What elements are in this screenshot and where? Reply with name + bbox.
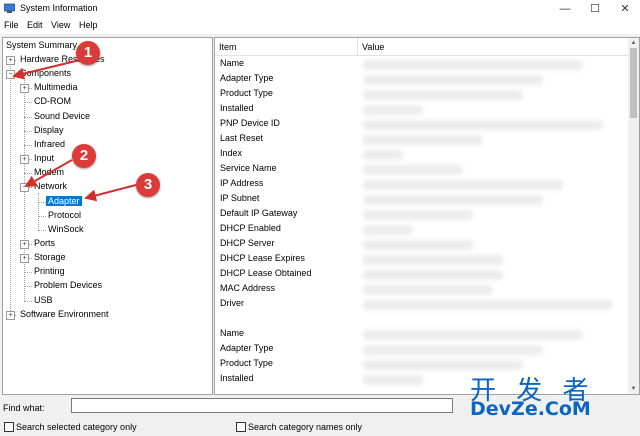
- value-redacted: [363, 255, 503, 265]
- search-selected-label: Search selected category only: [16, 422, 137, 432]
- detail-item[interactable]: Name: [220, 56, 244, 71]
- collapse-components[interactable]: −: [6, 70, 15, 79]
- value-redacted: [363, 360, 523, 370]
- tree-cd-rom[interactable]: CD-ROM: [34, 95, 71, 108]
- value-redacted: [363, 330, 583, 340]
- detail-item[interactable]: Product Type: [220, 86, 273, 101]
- tree-display[interactable]: Display: [34, 124, 64, 137]
- detail-item[interactable]: Installed: [220, 371, 254, 386]
- value-redacted: [363, 300, 613, 310]
- tree-ports[interactable]: Ports: [34, 237, 55, 250]
- expand-storage[interactable]: +: [20, 254, 29, 263]
- value-redacted: [363, 150, 403, 160]
- detail-item[interactable]: DHCP Enabled: [220, 221, 281, 236]
- detail-item[interactable]: Driver: [220, 296, 244, 311]
- value-redacted: [363, 210, 473, 220]
- menu-bar: File Edit View Help: [0, 18, 640, 34]
- scroll-down-arrow-icon[interactable]: ▼: [628, 384, 639, 394]
- tree-problem-devices[interactable]: Problem Devices: [34, 279, 102, 292]
- column-item-header[interactable]: Item: [215, 38, 357, 56]
- detail-item[interactable]: Installed: [220, 101, 254, 116]
- detail-item[interactable]: DHCP Lease Obtained: [220, 266, 311, 281]
- detail-item[interactable]: MAC Address: [220, 281, 275, 296]
- column-value-header[interactable]: Value: [358, 38, 628, 56]
- expand-software-environment[interactable]: +: [6, 311, 15, 320]
- menu-help[interactable]: Help: [79, 20, 98, 30]
- search-names-label: Search category names only: [248, 422, 363, 432]
- value-redacted: [363, 165, 463, 175]
- annotation-badge-3: 3: [136, 173, 160, 197]
- tree-modem[interactable]: Modem: [34, 166, 64, 179]
- value-redacted: [363, 225, 413, 235]
- collapse-network[interactable]: −: [20, 183, 29, 192]
- detail-item[interactable]: IP Address: [220, 176, 263, 191]
- find-what-label: Find what:: [3, 403, 45, 413]
- detail-item[interactable]: IP Subnet: [220, 191, 259, 206]
- value-redacted: [363, 75, 543, 85]
- watermark-sub: DevZe.CoM: [470, 398, 591, 420]
- tree-winsock[interactable]: WinSock: [48, 223, 84, 236]
- tree-input[interactable]: Input: [34, 152, 54, 165]
- search-selected-checkbox[interactable]: [4, 422, 14, 432]
- system-info-icon: [4, 3, 15, 13]
- category-tree[interactable]: System Summary + Hardware Resources − Co…: [2, 37, 213, 395]
- scroll-up-arrow-icon[interactable]: ▲: [628, 38, 639, 48]
- tree-system-summary[interactable]: System Summary: [6, 39, 77, 52]
- tree-adapter[interactable]: Adapter: [46, 195, 82, 208]
- expand-multimedia[interactable]: +: [20, 84, 29, 93]
- detail-item[interactable]: Last Reset: [220, 131, 263, 146]
- value-redacted: [363, 135, 483, 145]
- value-redacted: [363, 240, 473, 250]
- tree-storage[interactable]: Storage: [34, 251, 66, 264]
- value-redacted: [363, 195, 543, 205]
- tree-adapter-label: Adapter: [46, 196, 82, 206]
- close-button[interactable]: ✕: [610, 0, 640, 18]
- menu-file[interactable]: File: [4, 20, 19, 30]
- value-redacted: [363, 270, 503, 280]
- tree-sound-device[interactable]: Sound Device: [34, 110, 90, 123]
- expand-input[interactable]: +: [20, 155, 29, 164]
- menu-edit[interactable]: Edit: [27, 20, 43, 30]
- detail-item[interactable]: Product Type: [220, 356, 273, 371]
- value-redacted: [363, 60, 583, 70]
- menu-view[interactable]: View: [51, 20, 70, 30]
- detail-item[interactable]: Adapter Type: [220, 341, 273, 356]
- window-title: System Information: [20, 3, 98, 13]
- tree-protocol[interactable]: Protocol: [48, 209, 81, 222]
- value-redacted: [363, 345, 543, 355]
- scrollbar-thumb[interactable]: [630, 48, 637, 118]
- detail-item[interactable]: PNP Device ID: [220, 116, 280, 131]
- detail-item[interactable]: Adapter Type: [220, 71, 273, 86]
- minimize-button[interactable]: —: [550, 0, 580, 18]
- tree-multimedia[interactable]: Multimedia: [34, 81, 78, 94]
- value-redacted: [363, 375, 423, 385]
- details-list[interactable]: Item Value Name Adapter Type Product Typ…: [214, 37, 640, 395]
- expand-ports[interactable]: +: [20, 240, 29, 249]
- detail-item[interactable]: DHCP Server: [220, 236, 274, 251]
- search-names-checkbox[interactable]: [236, 422, 246, 432]
- annotation-badge-2: 2: [72, 144, 96, 168]
- value-redacted: [363, 285, 493, 295]
- detail-item[interactable]: DHCP Lease Expires: [220, 251, 305, 266]
- detail-item[interactable]: Name: [220, 326, 244, 341]
- title-bar: System Information — ☐ ✕: [0, 0, 640, 18]
- tree-usb[interactable]: USB: [34, 294, 53, 307]
- tree-infrared[interactable]: Infrared: [34, 138, 65, 151]
- detail-item[interactable]: Default IP Gateway: [220, 206, 297, 221]
- tree-software-environment[interactable]: Software Environment: [20, 308, 109, 321]
- value-redacted: [363, 120, 603, 130]
- value-redacted: [363, 90, 523, 100]
- value-redacted: [363, 105, 423, 115]
- maximize-button[interactable]: ☐: [580, 0, 610, 18]
- expand-hardware-resources[interactable]: +: [6, 56, 15, 65]
- detail-item[interactable]: Service Name: [220, 161, 277, 176]
- tree-components[interactable]: Components: [20, 67, 71, 80]
- annotation-badge-1: 1: [76, 41, 100, 65]
- vertical-scrollbar[interactable]: ▲ ▼: [628, 38, 639, 394]
- tree-network[interactable]: Network: [34, 180, 67, 193]
- detail-item[interactable]: Index: [220, 146, 242, 161]
- value-redacted: [363, 180, 563, 190]
- find-what-input[interactable]: [71, 398, 453, 413]
- tree-printing[interactable]: Printing: [34, 265, 65, 278]
